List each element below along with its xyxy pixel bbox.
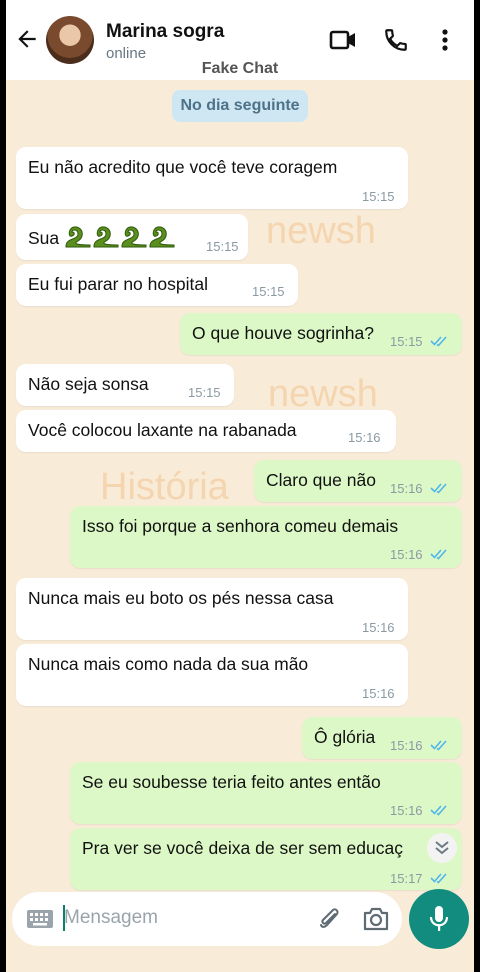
date-chip: No dia seguinte: [172, 90, 308, 122]
message-time: 15:15: [206, 239, 239, 254]
read-receipt-icon: [430, 740, 447, 751]
message-text: Sua: [28, 224, 176, 249]
watermark-text: newsh: [266, 210, 376, 252]
keyboard-icon[interactable]: [26, 908, 54, 930]
message-text: Não seja sonsa: [28, 374, 149, 394]
message-text: Ô glória: [314, 727, 376, 747]
message-incoming[interactable]: Eu não acredito que você teve coragem 15…: [16, 147, 408, 209]
message-text: Claro que não: [266, 470, 376, 490]
voice-message-button[interactable]: [409, 889, 469, 949]
video-call-icon[interactable]: [329, 27, 357, 53]
message-text: Se eu soubesse teria feito antes então: [82, 772, 381, 792]
read-receipt-icon: [430, 483, 447, 494]
message-time: 15:16: [362, 686, 395, 701]
message-outgoing[interactable]: Claro que não 15:16: [254, 460, 462, 502]
message-text: Isso foi porque a senhora comeu demais: [82, 516, 399, 536]
watermark-text: História: [100, 466, 229, 508]
message-text: Nunca mais eu boto os pés nessa casa: [28, 588, 334, 608]
microphone-icon: [429, 906, 449, 931]
scroll-to-bottom-button[interactable]: [427, 833, 457, 863]
message-incoming[interactable]: Sua 15:15: [16, 214, 248, 260]
message-incoming[interactable]: Eu fui parar no hospital 15:15: [16, 264, 298, 306]
message-text: Eu fui parar no hospital: [28, 274, 208, 294]
message-incoming[interactable]: Não seja sonsa 15:15: [16, 364, 234, 406]
message-outgoing[interactable]: Se eu soubesse teria feito antes então 1…: [70, 762, 462, 824]
message-time: 15:15: [390, 334, 423, 349]
avatar[interactable]: [46, 16, 94, 64]
message-incoming[interactable]: Nunca mais eu boto os pés nessa casa 15:…: [16, 578, 408, 640]
message-outgoing[interactable]: Pra ver se você deixa de ser sem educaç …: [70, 828, 462, 890]
attach-clip-icon[interactable]: [318, 906, 342, 932]
message-outgoing[interactable]: Isso foi porque a senhora comeu demais 1…: [70, 506, 462, 568]
read-receipt-icon: [430, 805, 447, 816]
message-time: 15:16: [390, 547, 423, 562]
message-text: O que houve sogrinha?: [192, 323, 374, 343]
chat-header: Marina sogra online Fake Chat: [6, 0, 474, 80]
message-outgoing[interactable]: Ô glória 15:16: [302, 717, 462, 759]
message-time: 15:16: [390, 481, 423, 496]
message-input[interactable]: Mensagem: [64, 907, 158, 929]
message-time: 15:16: [362, 620, 395, 635]
message-text: Eu não acredito que você teve coragem: [28, 157, 338, 177]
fake-chat-caption: Fake Chat: [201, 60, 279, 77]
message-time: 15:16: [348, 430, 381, 445]
more-options-icon[interactable]: [439, 27, 451, 53]
message-composer[interactable]: Mensagem: [12, 892, 402, 946]
message-time: 15:15: [252, 284, 285, 299]
message-time: 15:15: [188, 385, 221, 400]
message-time: 15:16: [390, 803, 423, 818]
snake-icon: [65, 226, 175, 248]
message-time: 15:16: [390, 738, 423, 753]
read-receipt-icon: [430, 336, 447, 347]
message-text: Você colocou laxante na rabanada: [28, 420, 297, 440]
message-text: Nunca mais como nada da sua mão: [28, 654, 309, 674]
message-text: Pra ver se você deixa de ser sem educaç: [82, 838, 403, 858]
message-time: 15:17: [390, 871, 423, 886]
read-receipt-icon: [430, 549, 447, 560]
chat-screen: newsh newsh História Marina sogra online…: [6, 0, 474, 972]
message-text-label: Sua: [28, 228, 60, 248]
message-time: 15:15: [362, 189, 395, 204]
back-arrow-icon[interactable]: [14, 26, 40, 52]
message-outgoing[interactable]: O que houve sogrinha? 15:15: [180, 313, 462, 355]
phone-call-icon[interactable]: [383, 27, 409, 53]
camera-icon[interactable]: [362, 906, 390, 932]
contact-name[interactable]: Marina sogra: [106, 21, 224, 43]
message-incoming[interactable]: Você colocou laxante na rabanada 15:16: [16, 410, 396, 452]
double-chevron-down-icon: [435, 841, 449, 855]
message-incoming[interactable]: Nunca mais como nada da sua mão 15:16: [16, 644, 408, 706]
read-receipt-icon: [430, 873, 447, 884]
